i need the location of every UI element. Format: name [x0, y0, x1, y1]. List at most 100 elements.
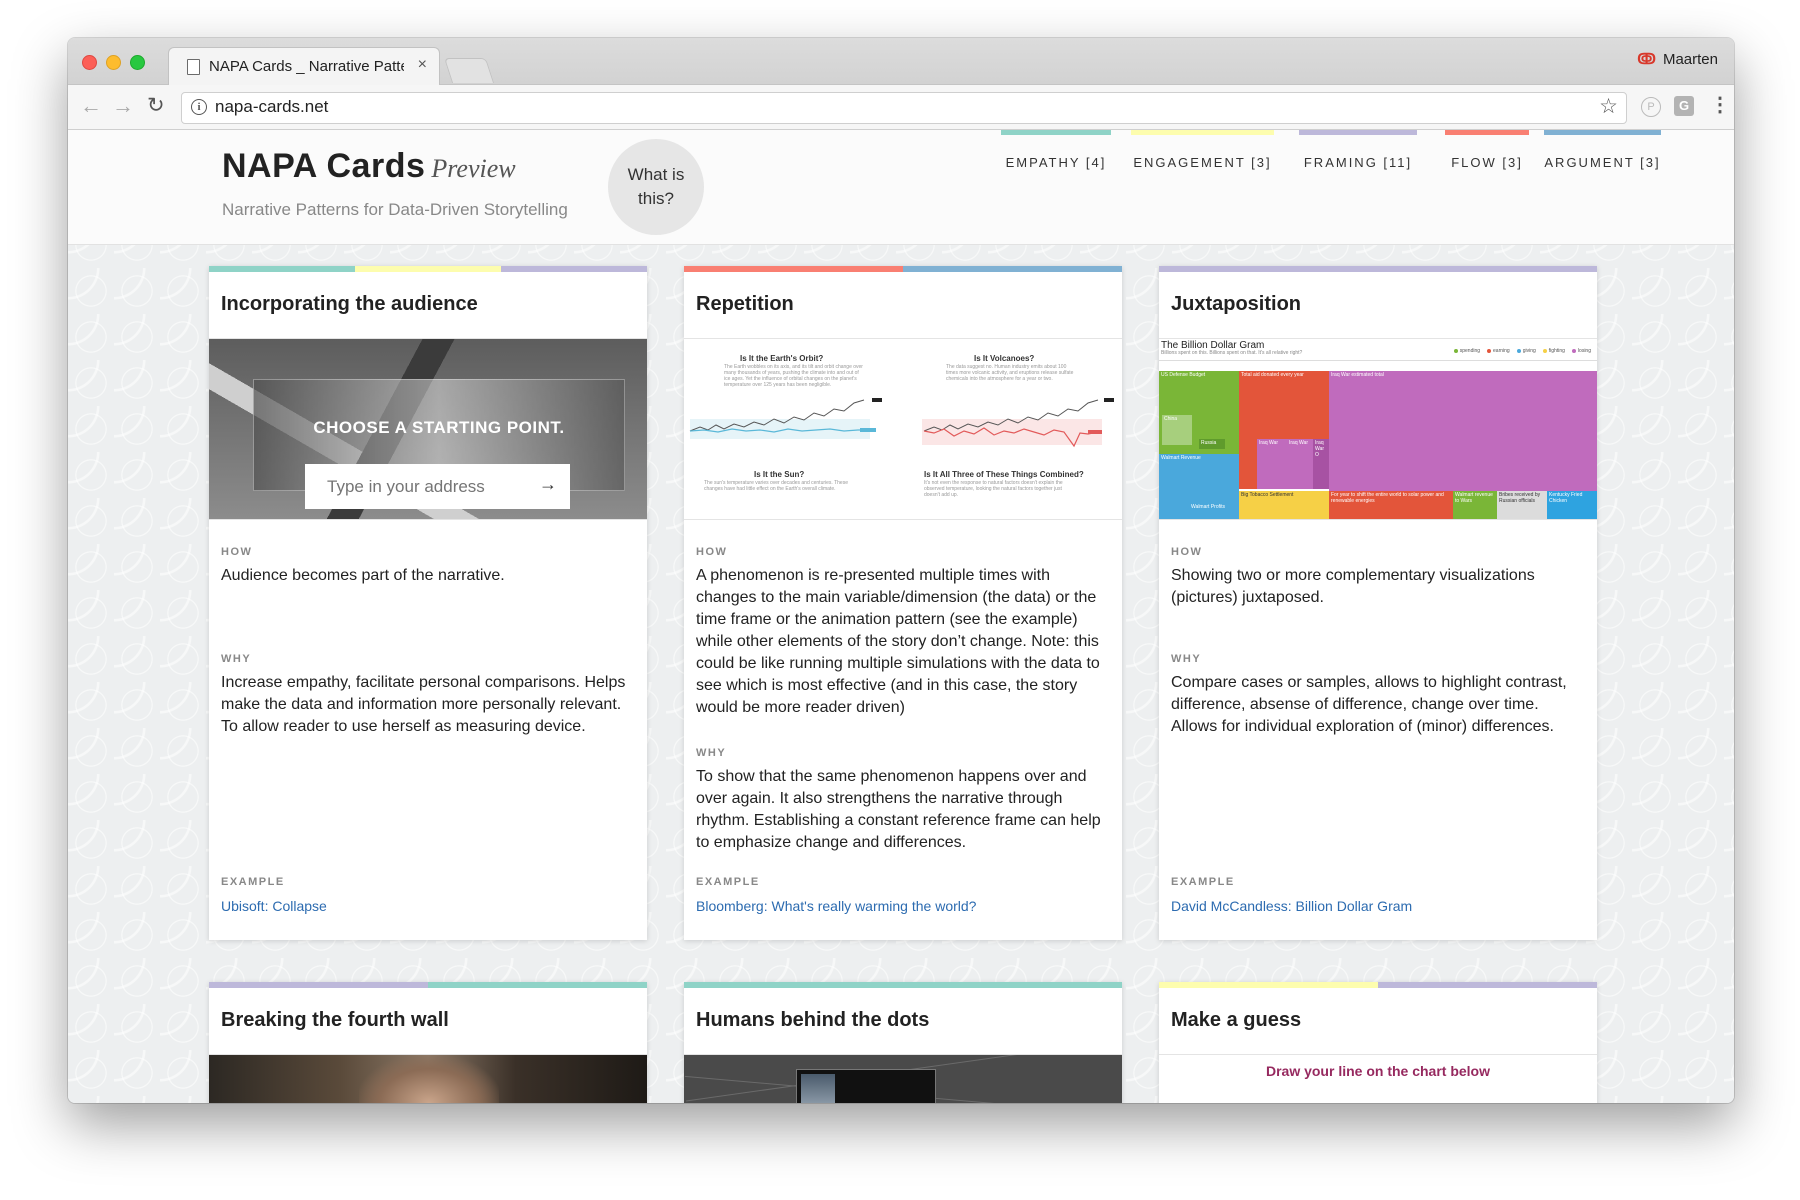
site-title[interactable]: NAPA Cards Preview	[222, 147, 516, 186]
nav-engagement[interactable]: ENGAGEMENT [3]	[1131, 130, 1274, 205]
card-body: HOW A phenomenon is re-presented multipl…	[684, 546, 1122, 854]
profile-name: Maarten	[1662, 50, 1718, 68]
choose-starting-point-text: CHOOSE A STARTING POINT.	[313, 418, 565, 437]
profile-button[interactable]: ↂ Maarten	[1637, 50, 1718, 69]
card-image[interactable]: Draw your line on the chart below	[1159, 1055, 1597, 1103]
card-title[interactable]: Incorporating the audience	[209, 272, 647, 339]
how-label: HOW	[696, 546, 728, 558]
portrait-thumbnail	[801, 1074, 835, 1103]
how-label: HOW	[1171, 546, 1203, 558]
page-content: NAPA Cards Preview Narrative Patterns for…	[68, 130, 1734, 1103]
nav-argument[interactable]: ARGUMENT [3]	[1544, 130, 1661, 205]
card-title[interactable]: Make a guess	[1159, 988, 1597, 1055]
why-text: Compare cases or samples, allows to high…	[1171, 674, 1567, 735]
url-text[interactable]: napa-cards.net	[215, 97, 328, 117]
example-link[interactable]: Bloomberg: What's really warming the wor…	[696, 898, 976, 914]
legend-earning: earning	[1487, 348, 1510, 354]
why-label: WHY	[221, 653, 252, 665]
card-title[interactable]: Juxtaposition	[1159, 272, 1597, 339]
repetition-thumbnail: Is It the Earth's Orbit? The Earth wobbl…	[684, 339, 1122, 519]
pattern-card: Humans behind the dots	[684, 982, 1122, 1103]
site-title-sub: Preview	[431, 154, 516, 183]
legend-losing: losing	[1572, 348, 1591, 354]
address-input[interactable]	[305, 464, 570, 509]
treemap-block: For year to shift the entire world to so…	[1329, 491, 1453, 519]
card-title[interactable]: Breaking the fourth wall	[209, 988, 647, 1055]
example-label: EXAMPLE	[1171, 876, 1235, 888]
how-label: HOW	[221, 546, 253, 558]
extension-p-icon[interactable]: P	[1641, 97, 1661, 117]
how-text: Audience becomes part of the narrative.	[221, 567, 505, 584]
legend-spending: spending	[1454, 348, 1480, 354]
browser-window: NAPA Cards _ Narrative Patterns for Data…	[68, 38, 1734, 1103]
example-link[interactable]: Ubisoft: Collapse	[221, 898, 327, 914]
nav-flow[interactable]: FLOW [3]	[1445, 130, 1529, 205]
browser-tab[interactable]: NAPA Cards _ Narrative Patterns for Data…	[168, 47, 440, 86]
what-is-this-button[interactable]: What is this?	[608, 139, 704, 235]
pattern-card: Repetition Is It the Earth's Orbit? The …	[684, 266, 1122, 940]
tab-title: NAPA Cards _ Narrative Patterns for Data…	[209, 58, 404, 75]
legend-fighting: fighting	[1543, 348, 1565, 354]
pattern-card: Juxtaposition The Billion Dollar Gram Bi…	[1159, 266, 1597, 940]
nav-framing[interactable]: FRAMING [11]	[1299, 130, 1417, 205]
arrow-right-icon[interactable]: →	[539, 474, 557, 495]
profile-icon: ↂ	[1637, 51, 1656, 68]
card-image[interactable]: The Billion Dollar Gram Billions spent o…	[1159, 339, 1597, 520]
treemap-block: Bribes received by Russian officials	[1497, 491, 1547, 519]
pattern-card: Breaking the fourth wall	[209, 982, 647, 1103]
pattern-card: Incorporating the audience CHOOSE A STAR…	[209, 266, 647, 940]
pattern-card: Make a guess Draw your line on the chart…	[1159, 982, 1597, 1103]
card-title[interactable]: Repetition	[684, 272, 1122, 339]
treemap-block: Total aid donated every year	[1239, 371, 1329, 439]
card-title[interactable]: Humans behind the dots	[684, 988, 1122, 1055]
why-label: WHY	[696, 747, 727, 759]
how-text: A phenomenon is re-presented multiple ti…	[696, 567, 1100, 716]
card-image[interactable]	[209, 1055, 647, 1103]
treemap-block	[1239, 439, 1257, 489]
site-tagline: Narrative Patterns for Data-Driven Story…	[222, 200, 568, 219]
category-bar-segment	[428, 982, 647, 988]
example-link[interactable]: David McCandless: Billion Dollar Gram	[1171, 898, 1412, 914]
close-tab-icon[interactable]: ×	[418, 56, 427, 74]
portrait-face	[359, 1055, 499, 1103]
new-tab-button[interactable]	[443, 58, 495, 83]
legend-giving: giving	[1517, 348, 1536, 354]
nav-empathy[interactable]: EMPATHY [4]	[1001, 130, 1111, 205]
treemap-block: Iraq War	[1287, 439, 1313, 489]
tab-strip: NAPA Cards _ Narrative Patterns for Data…	[68, 38, 1734, 86]
card-image[interactable]: CHOOSE A STARTING POINT. →	[209, 339, 647, 520]
example-label: EXAMPLE	[696, 876, 760, 888]
treemap-block: Big Tobacco Settlement	[1239, 491, 1329, 519]
example-label: EXAMPLE	[221, 876, 285, 888]
category-bar-segment	[1378, 982, 1597, 988]
treemap-block: Iraq War O	[1313, 439, 1329, 489]
extension-g-icon[interactable]: G	[1674, 96, 1694, 116]
category-bar-segment	[501, 266, 647, 272]
site-title-text: NAPA Cards	[222, 147, 426, 185]
bookmark-star-icon[interactable]: ☆	[1599, 94, 1618, 119]
thumb-divider	[1159, 360, 1597, 361]
treemap-block: China	[1162, 415, 1192, 445]
browser-menu-icon[interactable]: ⋮	[1710, 94, 1730, 116]
card-image[interactable]: Is It the Earth's Orbit? The Earth wobbl…	[684, 339, 1122, 520]
zoom-window-button[interactable]	[130, 55, 145, 70]
card-image[interactable]	[684, 1055, 1122, 1103]
treemap-block: Walmart revenue to Wars	[1453, 491, 1497, 519]
draw-line-prompt: Draw your line on the chart below	[1265, 1063, 1491, 1079]
treemap-block: Iraq War estimated total	[1329, 371, 1597, 491]
why-text: To show that the same phenomenon happens…	[696, 768, 1101, 851]
info-icon[interactable]: i	[191, 99, 207, 115]
reload-icon[interactable]: ↻	[147, 93, 165, 119]
card-body: HOW Audience becomes part of the narrati…	[209, 546, 647, 738]
address-bar[interactable]: i napa-cards.net ☆	[181, 92, 1627, 124]
minimize-window-button[interactable]	[106, 55, 121, 70]
treemap-block: Walmart Profits	[1189, 503, 1237, 515]
forward-icon[interactable]: →	[112, 93, 134, 119]
close-window-button[interactable]	[82, 55, 97, 70]
treemap-block: Iraq War	[1257, 439, 1287, 489]
category-bar-segment	[903, 266, 1122, 272]
why-label: WHY	[1171, 653, 1202, 665]
card-body: HOW Showing two or more complementary vi…	[1159, 546, 1597, 738]
back-icon[interactable]: ←	[80, 93, 102, 119]
billion-dollar-gram-thumbnail: The Billion Dollar Gram Billions spent o…	[1159, 339, 1597, 519]
